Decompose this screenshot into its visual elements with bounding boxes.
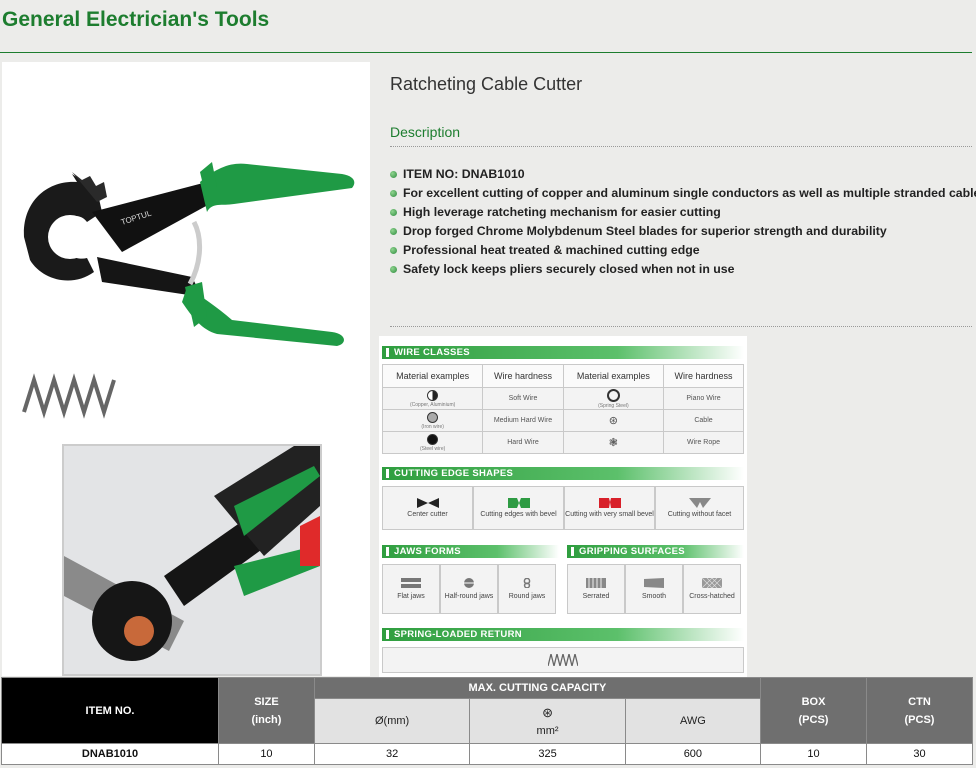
cutting-edge-item: Cutting without facet [655,486,744,530]
serrated-icon [586,578,606,588]
header-awg: AWG [624,698,762,744]
jaws-item: Round jaws [498,564,556,614]
header-mm2: ⊛ mm² [469,698,626,744]
header-item-no: ITEM NO. [1,677,219,744]
cutting-edge-item: Center cutter [382,486,473,530]
cable-strand-icon: ⊛ [608,415,618,427]
spring-return-cell [382,647,744,673]
grey-circle-icon [427,411,439,423]
product-name: Ratcheting Cable Cutter [390,74,583,94]
round-jaws-icon [523,578,531,588]
product-photo: TOPTUL [2,62,370,420]
usage-photo [62,444,322,676]
smooth-icon [644,578,664,588]
usage-photo-frame [2,420,370,676]
flat-jaws-icon [401,578,421,588]
no-facet-icon [688,498,711,508]
small-bevel-icon [598,498,621,508]
cell-size: 10 [218,743,315,765]
title-divider [0,52,972,53]
cross-hatched-icon [702,578,722,588]
cell-diameter: 32 [313,743,471,765]
cell-box: 10 [760,743,867,765]
description-divider [390,146,972,147]
wire-header: Wire hardness [663,364,744,388]
spring-icon [548,654,578,666]
feature-item: ITEM NO: DNAB1010 [390,165,976,184]
feature-item: Drop forged Chrome Molybdenum Steel blad… [390,222,976,241]
wire-header: Material examples [562,364,665,388]
spare-spring-icon [22,373,116,419]
wire-classes-title: WIRE CLASSES [382,346,744,359]
cell-ctn: 30 [865,743,974,765]
cable-cutter-image: TOPTUL [22,162,355,419]
cutting-edge-title: CUTTING EDGE SHAPES [382,467,744,480]
gripping-item: Smooth [625,564,683,614]
black-circle-icon [427,433,439,445]
bullet-icon [390,247,397,254]
jaws-forms-title: JAWS FORMS [382,545,559,558]
half-round-jaws-icon [463,578,475,588]
page-title: General Electrician's Tools [2,8,270,31]
gripping-item: Serrated [567,564,625,614]
cell-awg: 600 [624,743,762,765]
gripping-surfaces-row: Serrated Smooth Cross-hatched [567,564,741,614]
spec-table: ITEM NO. SIZE (inch) MAX. CUTTING CAPACI… [1,677,974,765]
gripping-surfaces-title: GRIPPING SURFACES [567,545,744,558]
wire-header: Material examples [381,364,484,388]
feature-list: ITEM NO: DNAB1010 For excellent cutting … [390,165,976,279]
header-diameter: Ø(mm) [313,698,471,744]
description-heading: Description [390,124,461,140]
cutting-edge-row: Center cutter Cutting edges with bevel C… [382,486,744,530]
cell-item-no: DNAB1010 [1,743,219,765]
bullet-icon [390,209,397,216]
half-filled-circle-icon [427,389,439,401]
wire-classes-table: Material examples Wire hardness Material… [381,364,744,454]
header-max-capacity: MAX. CUTTING CAPACITY [313,677,762,699]
header-ctn: CTN (PCS) [865,677,974,744]
spring-return-title: SPRING-LOADED RETURN [382,628,744,641]
header-size: SIZE (inch) [218,677,315,744]
jaws-item: Flat jaws [382,564,440,614]
jaws-item: Half-round jaws [440,564,498,614]
cable-section-icon: ⊛ [542,705,553,720]
jaws-forms-row: Flat jaws Half-round jaws Round jaws [382,564,556,614]
bevel-edge-icon [507,498,530,508]
cutting-edge-item: Cutting with very small bevel [564,486,655,530]
table-row: DNAB1010 10 32 325 600 10 30 [1,743,974,765]
feature-item: Professional heat treated & machined cut… [390,241,976,260]
ring-icon [606,388,620,402]
center-cutter-icon [416,498,439,508]
feature-item: For excellent cutting of copper and alum… [390,184,976,203]
features-divider [390,326,972,327]
feature-item: Safety lock keeps pliers securely closed… [390,260,976,279]
wire-header: Wire hardness [482,364,564,388]
bullet-icon [390,190,397,197]
bullet-icon [390,266,397,273]
header-box: BOX (PCS) [760,677,867,744]
spec-sheet: WIRE CLASSES Material examples Wire hard… [379,336,747,678]
wire-rope-icon: ❃ [608,437,618,449]
cell-mm2: 325 [469,743,626,765]
feature-item: High leverage ratcheting mechanism for e… [390,203,976,222]
bullet-icon [390,228,397,235]
bullet-icon [390,171,397,178]
gripping-item: Cross-hatched [683,564,741,614]
cutting-edge-item: Cutting edges with bevel [473,486,564,530]
